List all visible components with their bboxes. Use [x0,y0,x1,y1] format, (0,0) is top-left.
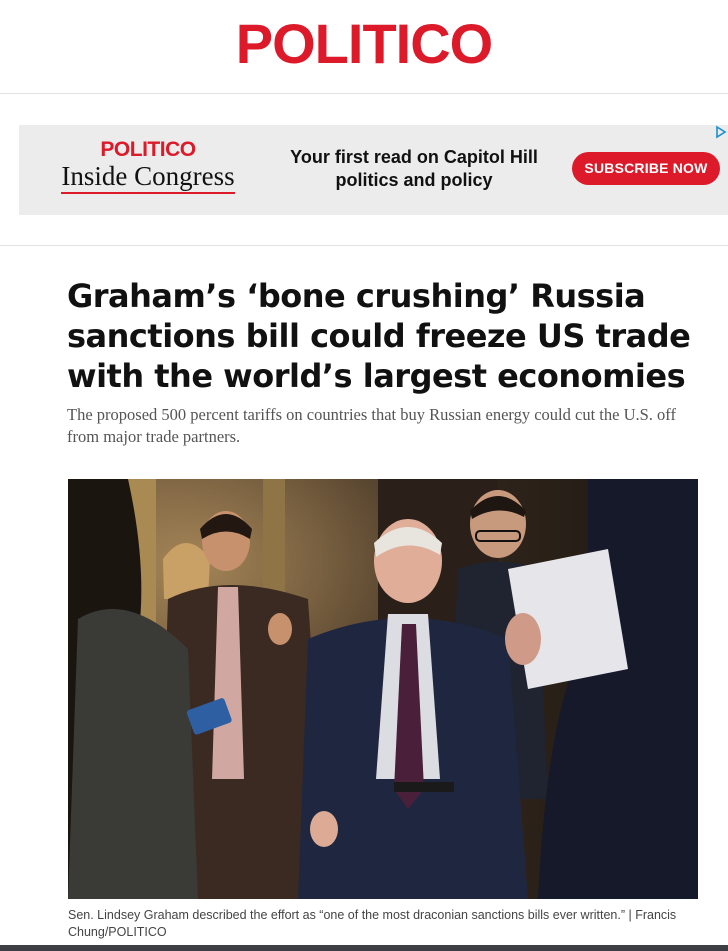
ad-brand: POLITICO Inside Congress [55,139,241,194]
ad-brand-politico: POLITICO [100,138,196,161]
article-dek: The proposed 500 percent tariffs on coun… [67,405,676,446]
divider [0,245,728,246]
masthead: POLITICO [0,0,728,94]
article-photo [68,479,698,899]
article-headline: Graham’s ‘bone crushing’ Russia sanction… [67,277,691,395]
politico-logo[interactable]: POLITICO [0,12,728,76]
taskbar-strip [0,945,728,951]
ad-copy: Your first read on Capitol Hill politics… [273,146,555,192]
photo-caption: Sen. Lindsey Graham described the effort… [68,908,677,939]
ad-banner[interactable]: POLITICO Inside Congress Your first read… [19,125,728,215]
ad-brand-inside-congress: Inside Congress [61,161,235,194]
ad-copy-line-2: politics and policy [335,170,493,190]
subscribe-now-button[interactable]: SUBSCRIBE NOW [572,152,720,185]
ad-copy-line-1: Your first read on Capitol Hill [290,147,538,167]
ad-choices-icon[interactable] [715,125,727,139]
article-photo-illustration [68,479,698,899]
